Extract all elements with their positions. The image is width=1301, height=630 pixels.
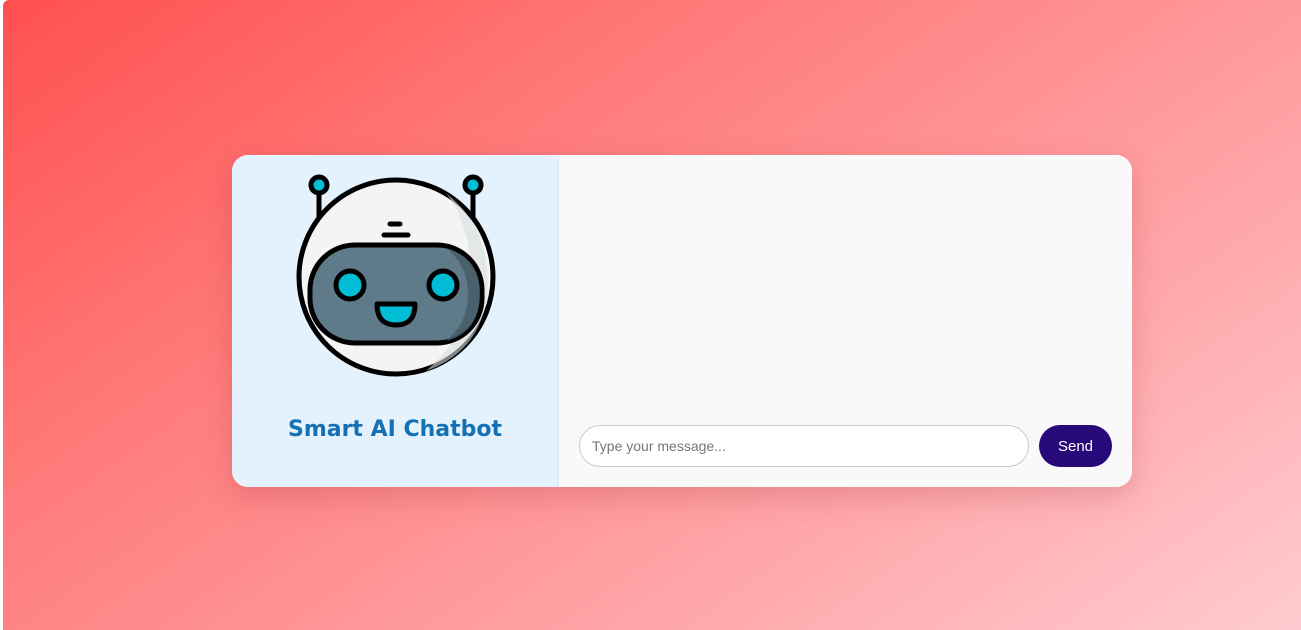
send-button[interactable]: Send [1039,425,1112,467]
message-list [559,155,1132,417]
page-title: Smart AI Chatbot [287,417,503,442]
message-input[interactable] [579,425,1029,467]
chat-panel: Send [559,155,1132,487]
robot-icon [296,174,496,377]
chat-container: Smart AI Chatbot Send [232,155,1132,487]
bot-profile-panel: Smart AI Chatbot [232,155,559,487]
